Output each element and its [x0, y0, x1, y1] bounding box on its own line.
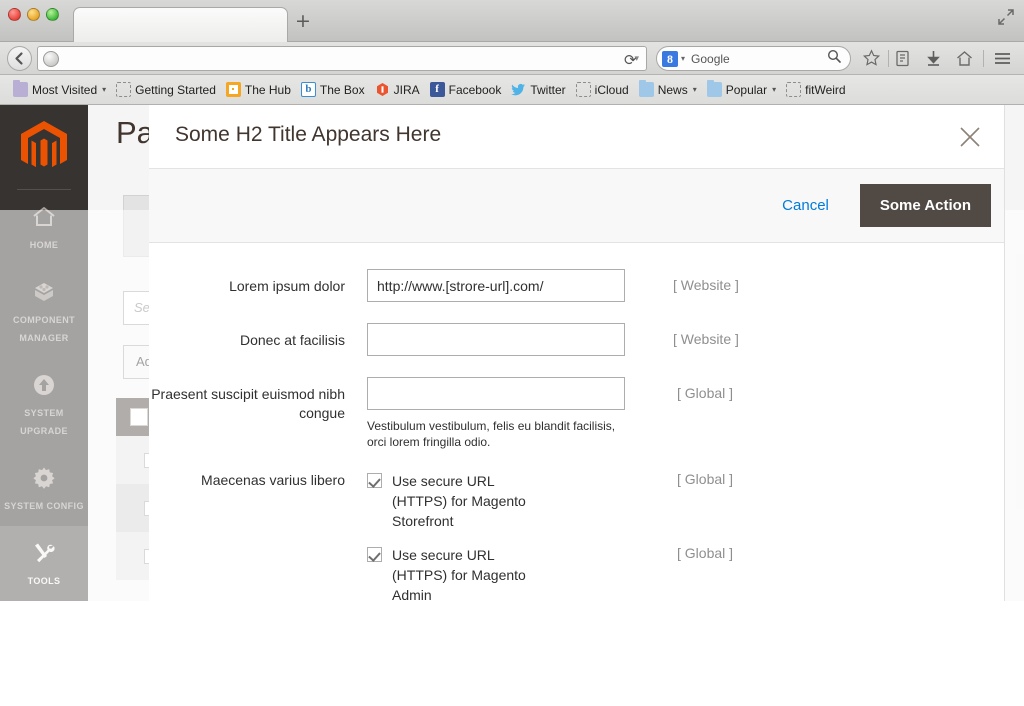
cancel-button[interactable]: Cancel [782, 197, 829, 214]
menu-icon[interactable] [993, 49, 1012, 68]
library-icon[interactable] [893, 49, 912, 68]
checkbox-item: Use secure URL (HTTPS) for Magento Admin… [367, 545, 733, 601]
google-icon: 8 [662, 51, 678, 67]
navigation-toolbar: ▾ ⟳ 8 ▾ Google [0, 42, 1024, 75]
search-bar[interactable]: 8 ▾ Google [656, 46, 851, 71]
home-icon[interactable] [955, 49, 974, 68]
toolbar-divider [888, 50, 889, 67]
toolbar-divider [983, 50, 984, 67]
checkbox-label: Use secure URL (HTTPS) for Magento Store… [392, 471, 542, 531]
bookmark-the-hub[interactable]: The Hub [221, 79, 296, 101]
minimize-window-button[interactable] [27, 8, 40, 21]
chevron-down-icon[interactable]: ▾ [693, 85, 697, 94]
browser-window: + ▾ ⟳ 8 ▾ Google [0, 0, 1024, 601]
secure-url-admin-checkbox[interactable] [367, 547, 382, 562]
modal-action-bar: Cancel Some Action [149, 168, 1004, 243]
reload-icon[interactable]: ⟳ [624, 51, 637, 69]
bookmark-label: iCloud [595, 83, 629, 97]
checkbox-group-row: Maecenas varius libero Use secure URL (H… [149, 471, 1004, 601]
tab-bar: + [0, 0, 1024, 42]
chevron-down-icon[interactable]: ▾ [772, 85, 776, 94]
bookmark-label: Twitter [530, 83, 565, 97]
bookmark-label: fitWeird [805, 83, 845, 97]
bookmark-label: JIRA [394, 83, 420, 97]
dashed-placeholder-icon [786, 82, 801, 97]
scope-label: [ Website ] [673, 323, 739, 347]
bookmark-label: Facebook [449, 83, 502, 97]
scope-label: [ Global ] [677, 377, 733, 401]
field-label: Donec at facilisis [149, 323, 367, 350]
bookmark-label: The Box [320, 83, 365, 97]
secure-url-storefront-checkbox[interactable] [367, 473, 382, 488]
address-bar[interactable]: ▾ [37, 46, 647, 71]
bookmark-label: The Hub [245, 83, 291, 97]
bookmark-label: News [658, 83, 688, 97]
bookmark-fitweird[interactable]: fitWeird [781, 79, 850, 101]
some-action-button[interactable]: Some Action [860, 184, 991, 227]
bookmark-popular[interactable]: Popular ▾ [702, 79, 781, 101]
bookmark-label: Popular [726, 83, 767, 97]
folder-blue-icon [639, 82, 654, 97]
bookmark-the-box[interactable]: b The Box [296, 79, 370, 101]
folder-purple-icon [13, 82, 28, 97]
modal-body: Lorem ipsum dolor [ Website ] Donec at f… [149, 243, 1004, 601]
bookmark-icloud[interactable]: iCloud [571, 79, 634, 101]
bookmark-twitter[interactable]: Twitter [506, 79, 570, 101]
modal-header: Some H2 Title Appears Here [149, 105, 1004, 168]
magento-logo[interactable] [21, 121, 67, 173]
field-note: Vestibulum vestibulum, felis eu blandit … [367, 418, 617, 450]
form-row: Praesent suscipit euismod nibh congue Ve… [149, 377, 1004, 450]
bookmarks-bar: Most Visited ▾ Getting Started The Hub b… [0, 75, 1024, 105]
folder-blue-icon [707, 82, 722, 97]
hub-icon [226, 82, 241, 97]
scope-label: [ Global ] [677, 545, 733, 561]
twitter-icon [511, 82, 526, 97]
checkbox-label: Use secure URL (HTTPS) for Magento Admin [392, 545, 542, 601]
form-row: Donec at facilisis [ Website ] [149, 323, 1004, 356]
modal-dialog: Some H2 Title Appears Here Cancel Some A… [149, 105, 1005, 601]
praesent-suscipit-input[interactable] [367, 377, 625, 410]
close-window-button[interactable] [8, 8, 21, 21]
back-button[interactable] [7, 46, 32, 71]
bookmark-jira[interactable]: JIRA [370, 79, 425, 101]
downloads-icon[interactable] [924, 49, 943, 68]
field-label: Lorem ipsum dolor [149, 269, 367, 296]
bookmark-label: Most Visited [32, 83, 97, 97]
site-identity-icon [43, 51, 59, 67]
box-icon: b [301, 82, 316, 97]
facebook-icon: f [430, 82, 445, 97]
window-traffic-lights [8, 8, 59, 21]
browser-tab[interactable] [73, 7, 288, 42]
lorem-ipsum-dolor-input[interactable] [367, 269, 625, 302]
form-row: Lorem ipsum dolor [ Website ] [149, 269, 1004, 302]
new-tab-button[interactable]: + [292, 11, 314, 33]
modal-title: Some H2 Title Appears Here [175, 123, 978, 147]
scope-label: [ Global ] [677, 471, 733, 487]
donec-at-facilisis-input[interactable] [367, 323, 625, 356]
scope-label: [ Website ] [673, 269, 739, 293]
bookmark-facebook[interactable]: f Facebook [425, 79, 507, 101]
dashed-placeholder-icon [116, 82, 131, 97]
close-icon[interactable] [956, 123, 984, 151]
search-input[interactable]: Google [685, 52, 827, 66]
zoom-window-button[interactable] [46, 8, 59, 21]
bookmark-most-visited[interactable]: Most Visited ▾ [8, 79, 111, 101]
fullscreen-icon[interactable] [997, 8, 1015, 26]
search-icon[interactable] [827, 49, 841, 68]
bookmark-getting-started[interactable]: Getting Started [111, 79, 221, 101]
field-label: Praesent suscipit euismod nibh congue [149, 377, 367, 423]
bookmark-star-icon[interactable] [862, 49, 881, 68]
bookmark-label: Getting Started [135, 83, 216, 97]
dashed-placeholder-icon [576, 82, 591, 97]
chevron-down-icon[interactable]: ▾ [102, 85, 106, 94]
checkbox-item: Use secure URL (HTTPS) for Magento Store… [367, 471, 733, 531]
checkbox-group-label: Maecenas varius libero [149, 471, 367, 490]
jira-icon [375, 82, 390, 97]
bookmark-news[interactable]: News ▾ [634, 79, 702, 101]
